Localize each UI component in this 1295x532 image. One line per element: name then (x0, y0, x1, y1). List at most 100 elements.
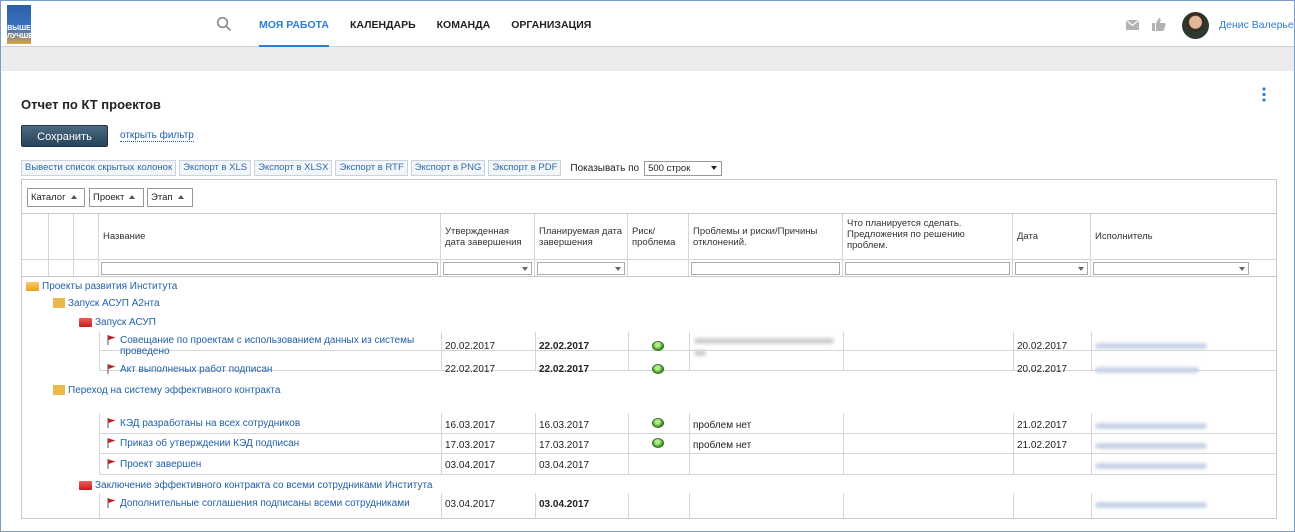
catalog-label: Проекты развития Института (42, 280, 178, 292)
filter-spacer (74, 259, 99, 276)
grid-separator (22, 276, 1276, 277)
column-header-date[interactable]: Дата (1013, 214, 1091, 259)
approved-date: 16.03.2017 (445, 420, 496, 432)
nav-calendar[interactable]: КАЛЕНДАРЬ (350, 1, 416, 47)
more-vertical-icon[interactable] (1261, 87, 1267, 102)
export-xls-button[interactable]: Экспорт в XLS (179, 160, 252, 176)
search-icon[interactable] (216, 16, 232, 32)
app-window: ВЫШЕ ЛУЧШЕ МОЯ РАБОТА КАЛЕНДАРЬ КОМАНДА О… (0, 0, 1295, 532)
filter-plans-input[interactable] (845, 262, 1010, 275)
export-pdf-button[interactable]: Экспорт в PDF (488, 160, 562, 176)
task-name-link[interactable]: Приказ об утверждении КЭД подписан (120, 437, 299, 451)
report-date: 20.02.2017 (1017, 364, 1068, 376)
grid-line (628, 332, 629, 370)
project-group-row[interactable]: Запуск АСУП А2нта (53, 297, 160, 309)
header-spacer (49, 214, 74, 259)
group-chip-project[interactable]: Проект (89, 188, 144, 207)
filter-problems-input[interactable] (691, 262, 840, 275)
filter-cell (689, 259, 843, 276)
planned-date: 22.02.2017 (539, 364, 590, 376)
chevron-down-icon (615, 267, 621, 271)
save-button[interactable]: Сохранить (21, 125, 108, 147)
nav-my-work[interactable]: МОЯ РАБОТА (259, 1, 329, 47)
page-size-value: 500 строк (648, 162, 691, 174)
group-by-bar: Каталог Проект Этап (22, 180, 1276, 214)
export-rtf-button[interactable]: Экспорт в RTF (335, 160, 408, 176)
grid-line (99, 493, 100, 518)
column-header-assignee[interactable]: Исполнитель (1091, 214, 1276, 259)
project-icon (53, 385, 65, 395)
mail-icon[interactable] (1126, 20, 1139, 30)
avatar[interactable] (1182, 12, 1209, 39)
task-name-link[interactable]: Акт выполненых работ подписан (120, 363, 272, 377)
problems-text: проблем нет (693, 440, 752, 452)
column-header-approved-date[interactable]: Утвержденная дата завершения (441, 214, 535, 259)
export-png-button[interactable]: Экспорт в PNG (410, 160, 486, 176)
approved-date: 22.02.2017 (445, 364, 496, 376)
redacted-assignee (1095, 423, 1207, 429)
filter-cell (535, 259, 628, 276)
task-name-link[interactable]: Дополнительные соглашения подписаны всем… (120, 497, 410, 511)
filter-planned-date-select[interactable] (537, 262, 625, 275)
redacted-assignee (1095, 343, 1207, 349)
column-header-planned-date[interactable]: Планируемая дата завершения (535, 214, 628, 259)
flag-icon (107, 459, 116, 469)
grid-line (441, 413, 442, 474)
redacted-assignee (1095, 463, 1207, 469)
filter-approved-date-select[interactable] (443, 262, 532, 275)
grid-line (1013, 493, 1014, 518)
group-chip-label: Этап (151, 192, 173, 203)
group-chip-stage[interactable]: Этап (147, 188, 193, 207)
header-spacer (22, 214, 49, 259)
grid-line (99, 433, 1276, 434)
status-green-icon (652, 341, 664, 351)
user-name[interactable]: Денис Валерьевич (1219, 19, 1294, 31)
stage-label: Заключение эффективного контракта со все… (95, 479, 433, 491)
nav-team[interactable]: КОМАНДА (437, 1, 491, 47)
show-hidden-columns-button[interactable]: Вывести список скрытых колонок (21, 160, 177, 176)
planned-date: 16.03.2017 (539, 420, 590, 432)
nav-organization[interactable]: ОРГАНИЗАЦИЯ (511, 1, 591, 47)
filter-cell (441, 259, 535, 276)
grid-line (843, 493, 844, 518)
grid-line (535, 413, 536, 474)
task-name-link[interactable]: Проект завершен (120, 458, 201, 472)
catalog-group-row[interactable]: Проекты развития Института (26, 280, 177, 292)
open-filter-link[interactable]: открыть фильтр (120, 130, 194, 142)
stage-group-row[interactable]: Запуск АСУП (79, 316, 156, 328)
approved-date: 20.02.2017 (445, 341, 496, 353)
project-group-row[interactable]: Переход на систему эффективного контракт… (53, 384, 280, 396)
column-header-name[interactable]: Название (99, 214, 441, 259)
flag-icon (107, 438, 116, 448)
task-name-link[interactable]: КЭД разработаны на всех сотрудников (120, 417, 300, 431)
stage-group-row[interactable]: Заключение эффективного контракта со все… (79, 479, 432, 491)
planned-date: 03.04.2017 (539, 460, 590, 472)
filter-name-input[interactable] (101, 262, 438, 275)
grid-line (441, 493, 442, 518)
report-date: 21.02.2017 (1017, 420, 1068, 432)
redacted-assignee (1095, 367, 1199, 373)
column-header-problems[interactable]: Проблемы и риски/Причины отклонений. (689, 214, 843, 259)
export-xlsx-button[interactable]: Экспорт в XLSX (254, 160, 333, 176)
logo[interactable]: ВЫШЕ ЛУЧШЕ (7, 5, 33, 44)
column-header-plans[interactable]: Что планируется сделать. Предложения по … (843, 214, 1013, 259)
stage-label: Запуск АСУП (95, 316, 156, 328)
column-header-risk[interactable]: Риск/ проблема (628, 214, 689, 259)
filter-spacer (22, 259, 49, 276)
filter-assignee-select[interactable] (1093, 262, 1249, 275)
approved-date: 03.04.2017 (445, 499, 496, 511)
status-green-icon (652, 438, 664, 448)
planned-date: 22.02.2017 (539, 341, 590, 353)
chevron-down-icon (711, 165, 718, 170)
grid-line (1013, 413, 1014, 474)
main-nav: МОЯ РАБОТА КАЛЕНДАРЬ КОМАНДА ОРГАНИЗАЦИЯ (259, 1, 612, 47)
grid-line (99, 413, 100, 474)
thumbs-up-icon[interactable] (1152, 18, 1166, 31)
page-size-select[interactable]: 500 строк (644, 160, 723, 176)
filter-date-select[interactable] (1015, 262, 1088, 275)
grid-line (628, 493, 629, 518)
filter-cell (628, 259, 689, 276)
group-chip-catalog[interactable]: Каталог (27, 188, 85, 207)
task-name-link[interactable]: Совещание по проектам с использованием д… (120, 333, 430, 359)
filter-cell (1091, 259, 1276, 276)
